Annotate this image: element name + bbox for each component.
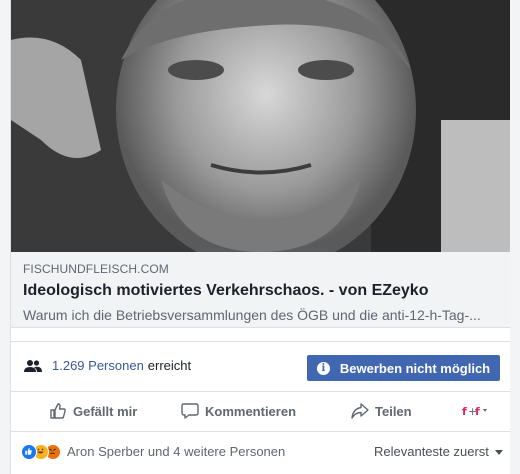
section-divider: [11, 328, 510, 342]
svg-text:f: f: [462, 405, 467, 418]
link-domain: FISCHUNDFLEISCH.COM: [23, 262, 169, 276]
info-icon: i: [316, 361, 330, 375]
people-icon: [24, 360, 42, 372]
comment-sort-dropdown[interactable]: Relevanteste zuerst: [374, 444, 503, 460]
reactions-summary[interactable]: Aron Sperber und 4 weitere Personen: [21, 444, 285, 460]
share-label: Teilen: [375, 403, 412, 419]
link-preview-meta[interactable]: FISCHUNDFLEISCH.COM Ideologisch motivier…: [11, 252, 510, 328]
thumbs-up-icon: [50, 403, 66, 419]
comment-label: Kommentieren: [205, 403, 297, 419]
link-title[interactable]: Ideologisch motiviertes Verkehrschaos. -…: [23, 280, 498, 302]
reach-count-link[interactable]: 1.269 Personen: [52, 357, 144, 375]
reach-suffix: erreicht: [147, 358, 192, 373]
comment-button[interactable]: Kommentieren: [181, 392, 296, 430]
post-actions: Gefällt mir Kommentieren Teilen f + f: [11, 392, 510, 432]
page-selector-button[interactable]: f + f: [462, 392, 494, 430]
like-button[interactable]: Gefällt mir: [49, 392, 137, 430]
chevron-down-icon: [494, 449, 503, 455]
reach-info: 1.269 Personen erreicht: [24, 357, 191, 375]
reach-row: 1.269 Personen erreicht i Bewerben nicht…: [11, 342, 510, 392]
portrait-photo: [11, 0, 510, 252]
reactions-row: Aron Sperber und 4 weitere Personen Rele…: [11, 432, 510, 474]
share-icon: [351, 403, 369, 419]
post-card: FISCHUNDFLEISCH.COM Ideologisch motivier…: [10, 0, 510, 474]
like-reaction-icon: [21, 444, 37, 460]
comment-icon: [181, 403, 199, 419]
boost-post-label: Bewerben nicht möglich: [339, 360, 491, 376]
like-label: Gefällt mir: [73, 403, 138, 419]
share-button[interactable]: Teilen: [351, 392, 412, 430]
boost-post-button[interactable]: i Bewerben nicht möglich: [307, 355, 500, 381]
comment-sort-label: Relevanteste zuerst: [374, 444, 489, 459]
svg-text:f: f: [475, 405, 480, 418]
link-description: Warum ich die Betriebsversammlungen des …: [23, 307, 481, 323]
reaction-names[interactable]: Aron Sperber und 4 weitere Personen: [67, 444, 285, 460]
link-preview-image[interactable]: [11, 0, 510, 252]
page-avatar-icon: f + f: [462, 405, 487, 418]
